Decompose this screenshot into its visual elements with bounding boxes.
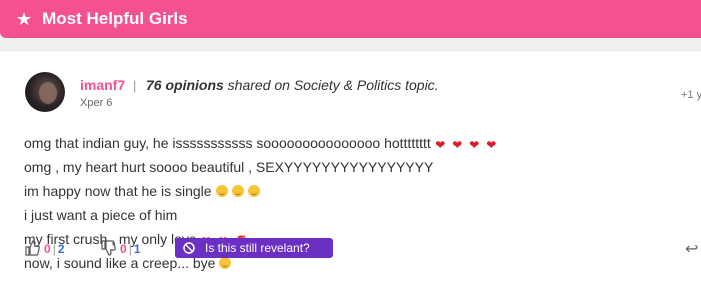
dislike-count: 0 | 1: [120, 242, 141, 256]
post-time: +1 y: [681, 89, 701, 101]
opinion-line: omg , my heart hurt soooo beautiful , SE…: [24, 159, 434, 175]
heart-icon: ❤: [452, 138, 463, 152]
section-header: ★ Most Helpful Girls: [0, 0, 701, 38]
avatar[interactable]: [25, 72, 65, 112]
heart-icon: ❤: [469, 138, 480, 152]
section-title: Most Helpful Girls: [42, 9, 188, 28]
still-relevant-button[interactable]: Is this still revelant?: [175, 238, 333, 258]
heart-icon: ❤: [486, 138, 497, 152]
opinions-summary: 76 opinions shared on Society & Politics…: [146, 77, 439, 93]
separator: |: [133, 78, 137, 93]
opinions-count[interactable]: 76 opinions: [146, 77, 224, 93]
star-icon: ★: [16, 9, 33, 29]
ban-icon: [183, 242, 195, 254]
smile-icon: [231, 185, 244, 197]
like-count: 0 | 2: [44, 242, 65, 256]
opinion-line: omg that indian guy, he isssssssssss soo…: [24, 131, 684, 155]
reply-icon[interactable]: ↩: [685, 239, 698, 259]
smile-icon: [219, 257, 232, 269]
opinion-card: imanf7 | 76 opinions shared on Society &…: [0, 50, 701, 305]
opinion-line: im happy now that he is single: [24, 179, 684, 203]
username-link[interactable]: imanf7: [80, 77, 125, 93]
heart-icon: ❤: [435, 138, 446, 152]
opinion-line: i just want a piece of him: [24, 207, 178, 223]
smile-icon: [215, 185, 228, 197]
smile-icon: [247, 185, 260, 197]
thumbs-up-icon[interactable]: [24, 240, 40, 259]
thumbs-down-icon[interactable]: [100, 240, 116, 259]
user-rank: Xper 6: [80, 97, 113, 109]
still-relevant-label: Is this still revelant?: [205, 241, 310, 255]
opinions-suffix: shared on Society & Politics topic.: [223, 77, 439, 93]
